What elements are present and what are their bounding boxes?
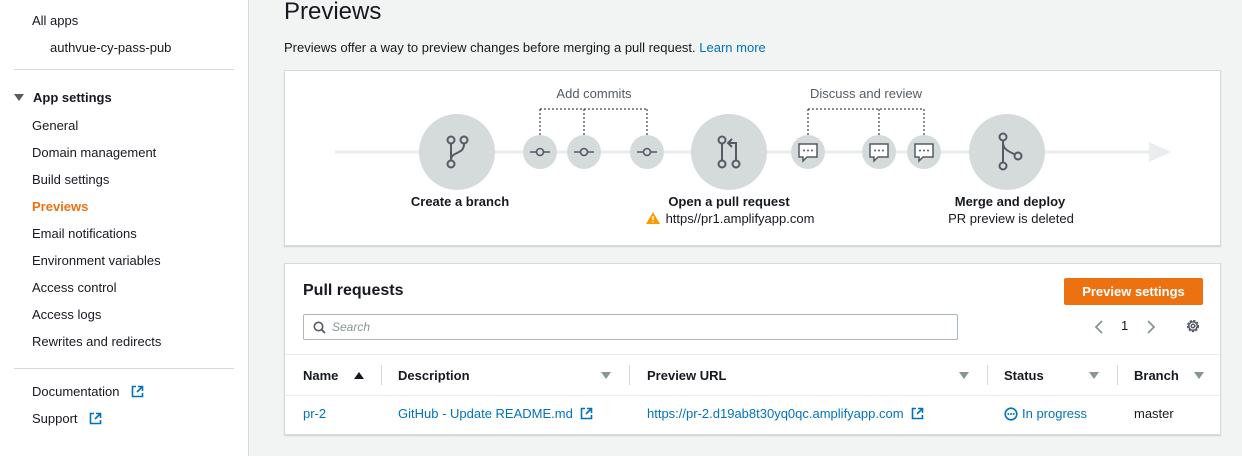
column-divider xyxy=(987,365,988,385)
pr-branch: master xyxy=(1134,406,1174,421)
pr-url-example: https//pr1.amplifyapp.com xyxy=(665,211,815,226)
previews-workflow-diagram: Add commits Discuss and review Create a … xyxy=(284,70,1221,246)
sort-icon[interactable] xyxy=(1089,372,1099,379)
comment-icon xyxy=(791,135,825,169)
column-header-branch[interactable]: Branch xyxy=(1134,355,1179,395)
create-branch-icon xyxy=(419,114,495,190)
commit-icon xyxy=(567,135,601,169)
preview-settings-button[interactable]: Preview settings xyxy=(1064,278,1203,305)
warning-icon xyxy=(646,212,660,224)
pull-requests-title: Pull requests xyxy=(303,282,404,299)
commit-icon xyxy=(523,135,557,169)
column-branch-label: Branch xyxy=(1134,367,1179,383)
column-status-label: Status xyxy=(1004,367,1044,383)
pull-request-icon xyxy=(691,114,767,190)
sort-ascending-icon xyxy=(354,371,365,379)
pr-preview-url-link[interactable]: https://pr-2.d19ab8t30yq0qc.amplifyapp.c… xyxy=(647,406,924,421)
sidebar-documentation-link[interactable]: Documentation xyxy=(32,384,144,399)
in-progress-icon xyxy=(1004,406,1018,421)
support-label: Support xyxy=(32,411,78,426)
external-link-icon xyxy=(131,385,144,398)
page-description-text: Previews offer a way to preview changes … xyxy=(284,40,696,55)
add-commits-label: Add commits xyxy=(556,86,632,101)
sidebar-item-environment-variables[interactable]: Environment variables xyxy=(32,253,161,268)
chevron-left-icon[interactable] xyxy=(1093,319,1105,335)
pr-status-text: In progress xyxy=(1022,406,1088,421)
sort-icon[interactable] xyxy=(1194,372,1204,379)
sort-icon[interactable] xyxy=(601,372,611,379)
column-header-name[interactable]: Name xyxy=(303,355,365,395)
page-description: Previews offer a way to preview changes … xyxy=(284,40,766,55)
column-header-description[interactable]: Description xyxy=(398,355,470,395)
merge-icon xyxy=(969,114,1045,190)
chevron-right-icon[interactable] xyxy=(1145,319,1157,335)
sidebar-item-general[interactable]: General xyxy=(32,118,78,133)
column-divider xyxy=(1117,365,1118,385)
commit-icon xyxy=(630,135,664,169)
merge-deploy-label: Merge and deploy xyxy=(954,194,1066,209)
search-icon xyxy=(313,321,326,334)
column-header-status[interactable]: Status xyxy=(1004,355,1044,395)
sidebar-all-apps-link[interactable]: All apps xyxy=(32,13,78,28)
current-page-number[interactable]: 1 xyxy=(1121,318,1128,333)
sidebar-divider xyxy=(14,69,234,70)
search-field[interactable] xyxy=(303,314,958,340)
caret-down-icon xyxy=(14,94,24,101)
table-header-row: Name Description Preview URL Status Bran… xyxy=(285,354,1220,396)
external-link-icon xyxy=(911,407,924,420)
column-preview-url-label: Preview URL xyxy=(647,367,727,383)
external-link-icon xyxy=(89,412,102,425)
sidebar-item-access-control[interactable]: Access control xyxy=(32,280,117,295)
sidebar-divider xyxy=(14,368,234,369)
app-settings-toggle[interactable]: App settings xyxy=(14,90,112,105)
discuss-review-bracket xyxy=(807,108,925,135)
column-description-label: Description xyxy=(398,367,470,383)
comment-icon xyxy=(862,135,896,169)
pr-status: In progress xyxy=(1004,406,1087,421)
comment-icon xyxy=(907,135,941,169)
search-input[interactable] xyxy=(332,317,932,337)
sidebar-item-previews[interactable]: Previews xyxy=(32,199,88,214)
create-branch-label: Create a branch xyxy=(410,194,510,209)
sidebar-app-name-link[interactable]: authvue-cy-pass-pub xyxy=(50,40,171,55)
pr-description-text: GitHub - Update README.md xyxy=(398,406,573,421)
add-commits-bracket xyxy=(539,108,648,135)
sort-icon[interactable] xyxy=(959,372,969,379)
pr-preview-url-text: https://pr-2.d19ab8t30yq0qc.amplifyapp.c… xyxy=(647,406,904,421)
open-pr-label: Open a pull request xyxy=(668,194,790,209)
pr-name-link[interactable]: pr-2 xyxy=(303,406,326,421)
sidebar-item-domain-management[interactable]: Domain management xyxy=(32,145,156,160)
learn-more-link[interactable]: Learn more xyxy=(699,40,765,55)
pr-description-link[interactable]: GitHub - Update README.md xyxy=(398,406,593,421)
sidebar-item-rewrites-redirects[interactable]: Rewrites and redirects xyxy=(32,334,161,349)
app-settings-title: App settings xyxy=(33,90,112,105)
sidebar: All apps authvue-cy-pass-pub App setting… xyxy=(0,0,249,456)
timeline-arrowhead xyxy=(1149,142,1171,162)
sidebar-support-link[interactable]: Support xyxy=(32,411,102,426)
column-header-preview-url[interactable]: Preview URL xyxy=(647,355,726,395)
column-divider xyxy=(629,365,630,385)
column-name-label: Name xyxy=(303,367,339,383)
gear-icon[interactable] xyxy=(1185,318,1201,334)
sidebar-item-access-logs[interactable]: Access logs xyxy=(32,307,101,322)
documentation-label: Documentation xyxy=(32,384,120,399)
sidebar-item-build-settings[interactable]: Build settings xyxy=(32,172,109,187)
pull-requests-panel: Pull requests Preview settings 1 Name De… xyxy=(284,263,1221,435)
external-link-icon xyxy=(581,407,593,420)
page-title: Previews xyxy=(284,0,382,25)
discuss-review-label: Discuss and review xyxy=(810,86,922,101)
sidebar-item-email-notifications[interactable]: Email notifications xyxy=(32,226,137,241)
pr-deleted-label: PR preview is deleted xyxy=(948,211,1074,226)
column-divider xyxy=(381,365,382,385)
